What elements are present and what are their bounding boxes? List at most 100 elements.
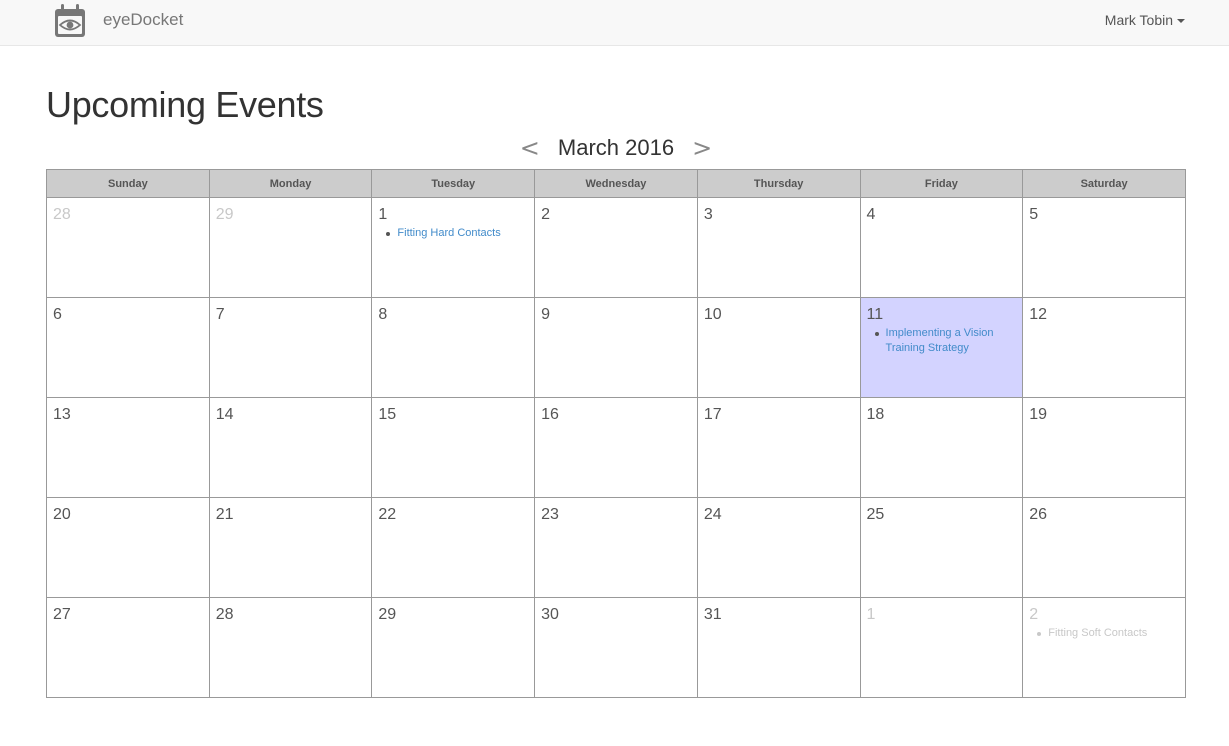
event-list: Fitting Hard Contacts — [378, 226, 528, 241]
day-cell[interactable]: 6 — [46, 297, 210, 398]
day-cell[interactable]: 14 — [208, 397, 373, 498]
day-number: 23 — [541, 506, 559, 523]
weekday-header: Sunday — [46, 169, 210, 198]
day-number: 24 — [703, 506, 722, 523]
weekday-header: Thursday — [696, 169, 861, 198]
day-number: 29 — [215, 206, 234, 223]
week-row: 28 29 1 Fitting Hard Contacts 2 3 4 5 — [46, 197, 1186, 298]
calendar-eye-icon[interactable] — [52, 3, 88, 39]
day-number: 6 — [53, 306, 62, 323]
weekday-header: Monday — [208, 169, 373, 198]
day-cell[interactable]: 19 — [1022, 397, 1186, 498]
day-cell[interactable]: 2 — [534, 197, 698, 298]
day-number: 2 — [1029, 606, 1039, 623]
day-number: 25 — [866, 506, 885, 523]
day-number: 17 — [703, 406, 722, 423]
day-number: 28 — [215, 606, 234, 623]
day-number: 22 — [378, 506, 397, 523]
day-cell[interactable]: 23 — [534, 497, 698, 598]
day-cell[interactable]: 8 — [371, 297, 536, 398]
day-cell[interactable]: 21 — [208, 497, 373, 598]
day-cell[interactable]: 2 Fitting Soft Contacts — [1022, 597, 1186, 698]
day-cell[interactable]: 1 Fitting Hard Contacts — [371, 197, 536, 298]
day-cell[interactable]: 27 — [46, 597, 210, 698]
day-number: 18 — [866, 406, 885, 423]
day-cell[interactable]: 4 — [859, 197, 1024, 298]
month-label: March 2016 — [557, 135, 675, 160]
day-cell[interactable]: 22 — [371, 497, 536, 598]
day-number: 13 — [53, 406, 71, 423]
day-number: 28 — [53, 206, 71, 223]
week-row: 6 7 8 9 10 11 Implementing a Vision Training S… — [46, 297, 1186, 398]
next-month-button[interactable]: > — [680, 134, 724, 162]
day-number: 14 — [215, 406, 234, 423]
day-number: 11 — [866, 306, 884, 323]
event-link[interactable]: Fitting Soft Contacts — [1037, 626, 1179, 641]
day-cell[interactable]: 29 — [208, 197, 373, 298]
day-cell[interactable]: 28 — [46, 197, 210, 298]
user-name: Mark Tobin — [1104, 12, 1173, 28]
weekday-header: Tuesday — [371, 169, 536, 198]
day-number: 10 — [703, 306, 722, 323]
day-cell[interactable]: 3 — [696, 197, 861, 298]
day-cell[interactable]: 25 — [859, 497, 1024, 598]
day-cell[interactable]: 10 — [696, 297, 861, 398]
day-cell[interactable]: 29 — [371, 597, 536, 698]
user-menu-dropdown[interactable]: Mark Tobin — [1105, 12, 1185, 28]
day-cell[interactable]: 1 — [859, 597, 1024, 698]
day-number: 12 — [1029, 306, 1048, 323]
day-number: 1 — [378, 206, 388, 223]
calendar-grid: Sunday Monday Tuesday Wednesday Thursday… — [46, 169, 1186, 698]
prev-month-button[interactable]: < — [508, 134, 552, 162]
weekday-header-row: Sunday Monday Tuesday Wednesday Thursday… — [46, 169, 1186, 198]
day-number: 21 — [215, 506, 234, 523]
day-number: 3 — [703, 206, 713, 223]
day-cell[interactable]: 5 — [1022, 197, 1186, 298]
day-number: 20 — [53, 506, 71, 523]
page-title: Upcoming Events — [46, 84, 324, 125]
day-cell[interactable]: 9 — [534, 297, 698, 398]
navbar: eyeDocket Mark Tobin — [0, 0, 1229, 46]
event-list: Fitting Soft Contacts — [1029, 626, 1179, 641]
day-cell[interactable]: 17 — [696, 397, 861, 498]
day-cell[interactable]: 13 — [46, 397, 210, 498]
event-link[interactable]: Implementing a Vision Training Strategy — [874, 326, 1017, 356]
day-number: 5 — [1029, 206, 1039, 223]
day-cell[interactable]: 28 — [208, 597, 373, 698]
day-number: 30 — [541, 606, 559, 623]
day-number: 7 — [215, 306, 225, 323]
weekday-header: Friday — [859, 169, 1024, 198]
day-cell[interactable]: 15 — [371, 397, 536, 498]
day-number: 29 — [378, 606, 397, 623]
day-cell[interactable]: 7 — [208, 297, 373, 398]
caret-down-icon — [1177, 19, 1185, 24]
week-row: 13 14 15 16 17 18 19 — [46, 397, 1186, 498]
day-cell[interactable]: 20 — [46, 497, 210, 598]
day-number: 16 — [541, 406, 559, 423]
month-navigation: < March 2016 > — [46, 133, 1186, 163]
day-cell[interactable]: 26 — [1022, 497, 1186, 598]
day-cell[interactable]: 24 — [696, 497, 861, 598]
day-number: 31 — [703, 606, 722, 623]
weekday-header: Saturday — [1022, 169, 1186, 198]
day-cell[interactable]: 30 — [534, 597, 698, 698]
day-cell[interactable]: 16 — [534, 397, 698, 498]
day-cell[interactable]: 18 — [859, 397, 1024, 498]
day-number: 2 — [541, 206, 551, 223]
day-number: 1 — [866, 606, 876, 623]
day-cell[interactable]: 31 — [696, 597, 861, 698]
day-number: 15 — [378, 406, 397, 423]
week-row: 27 28 29 30 31 1 2 Fitting Soft Contacts — [46, 597, 1186, 698]
brand-name[interactable]: eyeDocket — [103, 10, 183, 30]
day-cell[interactable]: 11 Implementing a Vision Training Strateg… — [859, 297, 1024, 398]
week-row: 20 21 22 23 24 25 26 — [46, 497, 1186, 598]
day-number: 9 — [541, 306, 551, 323]
weekday-header: Wednesday — [534, 169, 698, 198]
day-number: 4 — [866, 206, 876, 223]
day-number: 19 — [1029, 406, 1048, 423]
event-list: Implementing a Vision Training Strategy — [867, 326, 1017, 356]
day-number: 8 — [378, 306, 388, 323]
event-link[interactable]: Fitting Hard Contacts — [386, 226, 528, 241]
day-cell[interactable]: 12 — [1022, 297, 1186, 398]
day-number: 27 — [53, 606, 71, 623]
